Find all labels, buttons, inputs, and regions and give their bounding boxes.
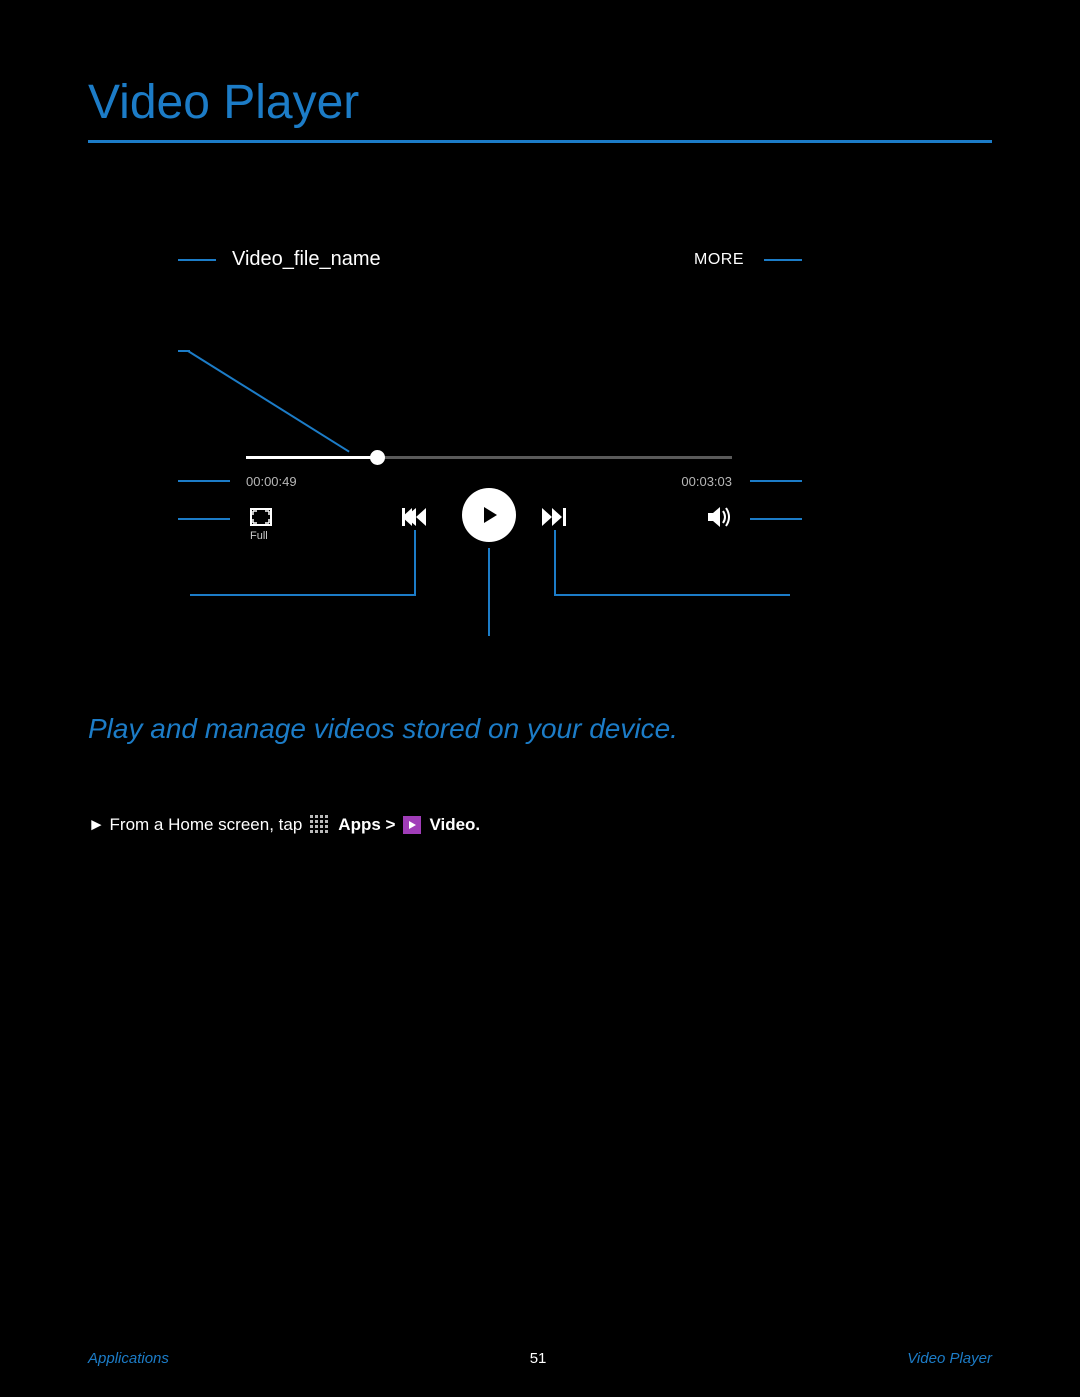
callout-line xyxy=(554,594,790,596)
page-title: Video Player xyxy=(88,75,359,130)
callout-line xyxy=(554,530,556,596)
previous-track-icon[interactable] xyxy=(402,508,426,531)
footer-right: Video Player xyxy=(907,1350,992,1367)
callout-line xyxy=(178,480,230,482)
progress-fill xyxy=(246,456,377,459)
apps-label: Apps > xyxy=(338,815,395,835)
callout-line xyxy=(190,594,416,596)
time-current: 00:00:49 xyxy=(246,474,297,489)
callout-line xyxy=(488,548,490,636)
callout-line xyxy=(178,518,230,520)
progress-thumb[interactable] xyxy=(370,450,385,465)
callout-line xyxy=(178,259,216,261)
page-subtitle: Play and manage videos stored on your de… xyxy=(88,710,678,748)
video-label: Video. xyxy=(429,815,480,835)
video-app-icon xyxy=(403,816,421,834)
time-total: 00:03:03 xyxy=(681,474,732,489)
footer-left: Applications xyxy=(88,1350,169,1367)
fullscreen-label: Full xyxy=(250,530,268,542)
video-player-screenshot: Video_file_name MORE 00:00:49 00:03:03 F… xyxy=(222,238,756,546)
progress-bar[interactable] xyxy=(246,456,732,459)
video-file-name-label: Video_file_name xyxy=(232,248,381,271)
title-rule xyxy=(88,140,992,143)
instruction-line: ► From a Home screen, tap Apps > Video. xyxy=(88,815,480,835)
callout-line xyxy=(750,518,802,520)
footer-page-number: 51 xyxy=(530,1350,547,1367)
page-footer: Applications 51 Video Player xyxy=(88,1350,992,1367)
instruction-prefix: ► From a Home screen, tap xyxy=(88,815,302,835)
volume-icon[interactable] xyxy=(708,506,732,533)
next-track-icon[interactable] xyxy=(542,508,566,531)
more-button[interactable]: MORE xyxy=(694,251,744,269)
play-button[interactable] xyxy=(462,488,516,542)
callout-line xyxy=(750,480,802,482)
fullscreen-icon[interactable] xyxy=(250,508,272,526)
callout-line xyxy=(414,530,416,596)
callout-line xyxy=(764,259,802,261)
apps-grid-icon xyxy=(310,815,330,835)
play-icon xyxy=(478,504,500,526)
